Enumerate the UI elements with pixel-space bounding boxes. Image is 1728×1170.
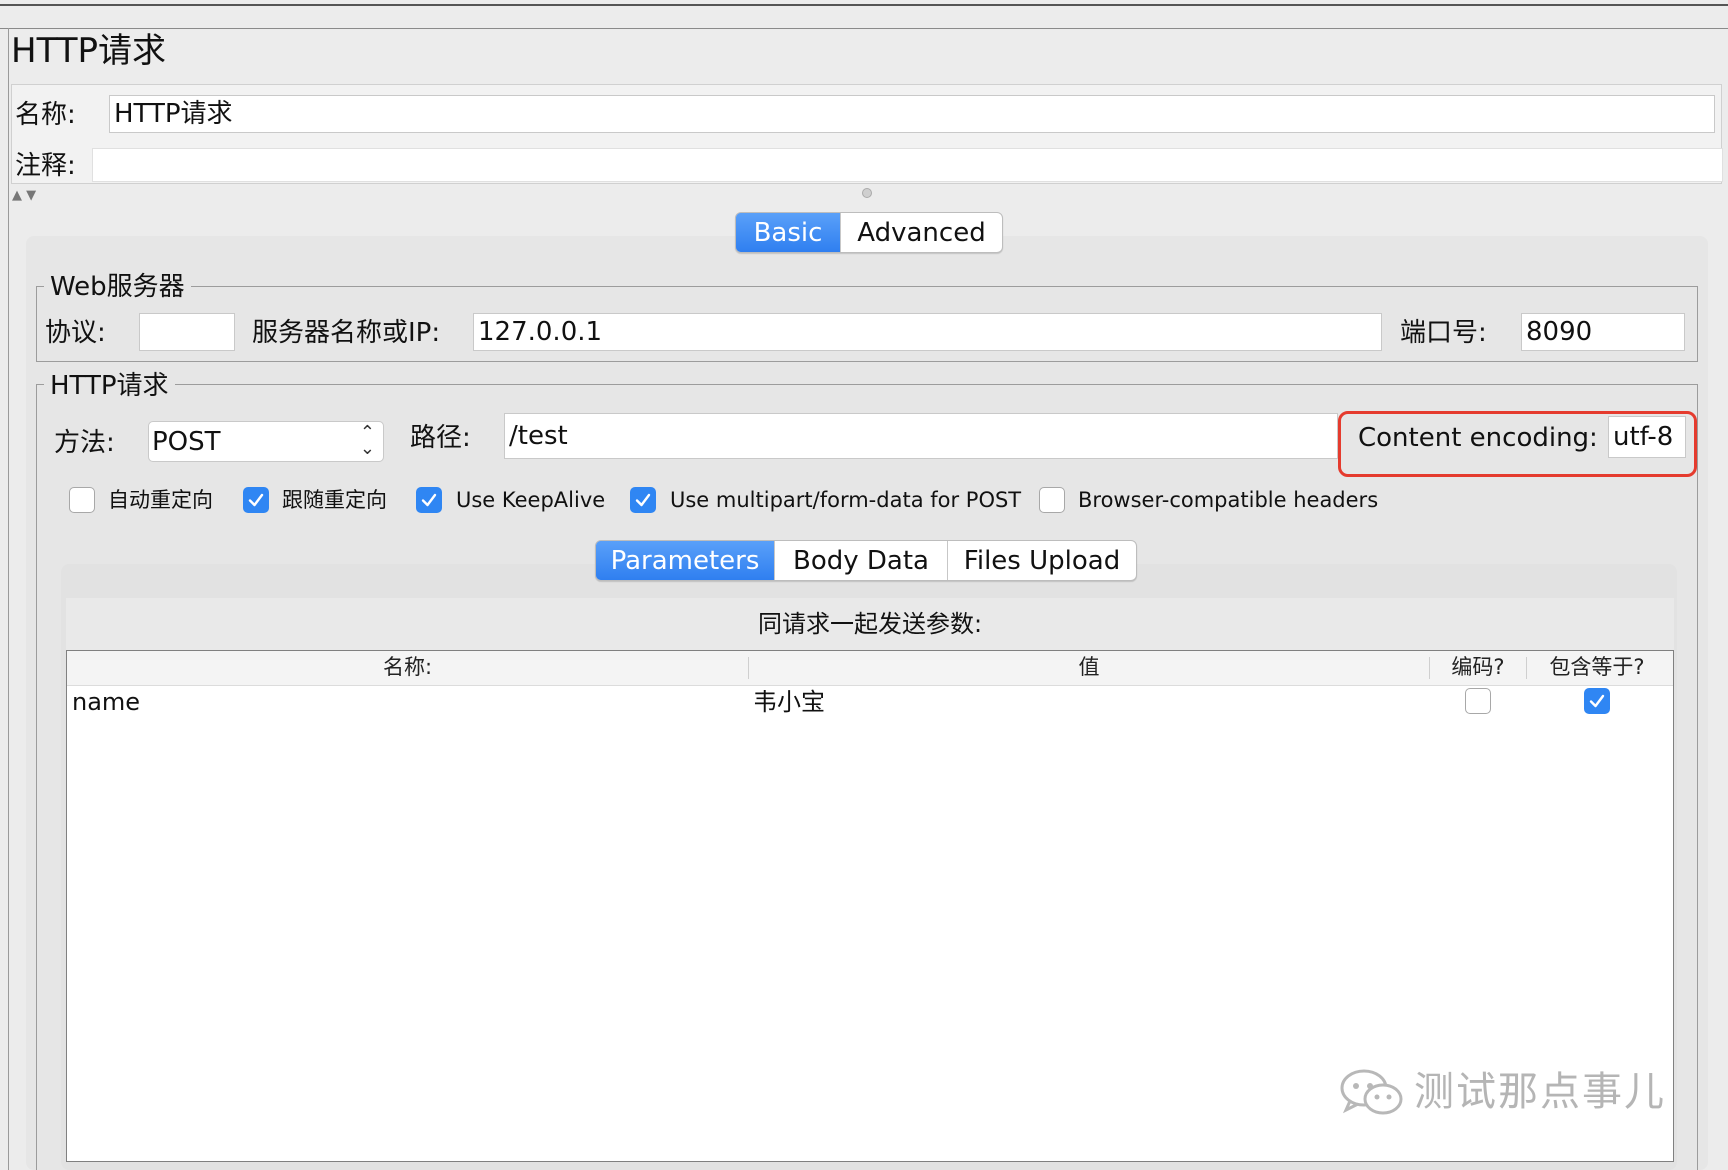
col-value-header[interactable]: 值: [749, 657, 1429, 678]
col-encode-header[interactable]: 编码?: [1430, 657, 1526, 678]
window-top-border: [0, 4, 1728, 6]
multipart-label: Use multipart/form-data for POST: [670, 488, 1022, 512]
auto-redirect-checkbox[interactable]: [69, 487, 95, 513]
encoding-label: Content encoding:: [1358, 423, 1598, 453]
browser-headers-label: Browser-compatible headers: [1078, 488, 1379, 512]
row-value-cell[interactable]: 韦小宝: [753, 690, 825, 714]
browser-headers-checkbox[interactable]: [1039, 487, 1065, 513]
multipart-checkbox[interactable]: [630, 487, 656, 513]
row-name-cell[interactable]: name: [72, 690, 140, 714]
wechat-logo-icon: [1338, 1066, 1408, 1122]
port-input[interactable]: 8090: [1521, 313, 1685, 351]
check-icon: [635, 493, 651, 507]
check-icon: [1589, 694, 1605, 708]
check-icon: [248, 493, 264, 507]
tab-basic[interactable]: Basic: [736, 213, 840, 252]
follow-redirect-label: 跟随重定向: [282, 488, 387, 512]
port-label: 端口号:: [1400, 318, 1487, 348]
name-label: 名称:: [15, 100, 76, 130]
path-label: 路径:: [410, 423, 471, 453]
keepalive-checkbox[interactable]: [416, 487, 442, 513]
method-value: POST: [152, 426, 221, 457]
encoding-input[interactable]: utf-8: [1608, 416, 1686, 458]
follow-redirect-checkbox[interactable]: [243, 487, 269, 513]
splitter-arrows-icon[interactable]: ▲ ▼: [12, 189, 36, 202]
http-request-legend: HTTP请求: [44, 373, 175, 399]
auto-redirect-label: 自动重定向: [108, 488, 213, 512]
tab-advanced[interactable]: Advanced: [840, 213, 1002, 252]
splitter-handle-icon[interactable]: [862, 188, 872, 198]
check-icon: [421, 493, 437, 507]
protocol-input[interactable]: [139, 313, 235, 351]
row-include-equals-checkbox[interactable]: [1584, 688, 1610, 714]
table-row[interactable]: [67, 686, 1673, 722]
col-include-equals-header[interactable]: 包含等于?: [1527, 657, 1667, 678]
name-input[interactable]: HTTP请求: [109, 95, 1715, 133]
comment-input[interactable]: [92, 148, 1723, 182]
keepalive-label: Use KeepAlive: [456, 488, 606, 512]
chevron-updown-icon: ⌃ ⌄: [359, 422, 375, 459]
row-encode-checkbox[interactable]: [1465, 688, 1491, 714]
tab-body-data[interactable]: Body Data: [774, 541, 947, 580]
window-top-divider: [0, 28, 1728, 29]
col-name-header[interactable]: 名称:: [67, 657, 748, 678]
tab-files-upload[interactable]: Files Upload: [947, 541, 1136, 580]
protocol-label: 协议:: [45, 318, 106, 348]
method-select[interactable]: POST ⌃ ⌄: [148, 421, 384, 462]
main-tabs: Basic Advanced: [735, 212, 1003, 253]
server-label: 服务器名称或IP:: [252, 318, 441, 348]
web-server-legend: Web服务器: [44, 274, 191, 300]
path-input[interactable]: /test: [504, 413, 1338, 459]
comment-label: 注释:: [15, 151, 76, 181]
server-input[interactable]: 127.0.0.1: [473, 313, 1382, 351]
window-left-border: [8, 28, 9, 1170]
watermark-text: 测试那点事儿: [1414, 1069, 1666, 1115]
params-caption: 同请求一起发送参数:: [757, 610, 983, 638]
sub-tabs: Parameters Body Data Files Upload: [595, 540, 1137, 581]
page-title: HTTP请求: [11, 31, 167, 71]
tab-parameters[interactable]: Parameters: [596, 541, 774, 580]
method-label: 方法:: [54, 428, 115, 458]
